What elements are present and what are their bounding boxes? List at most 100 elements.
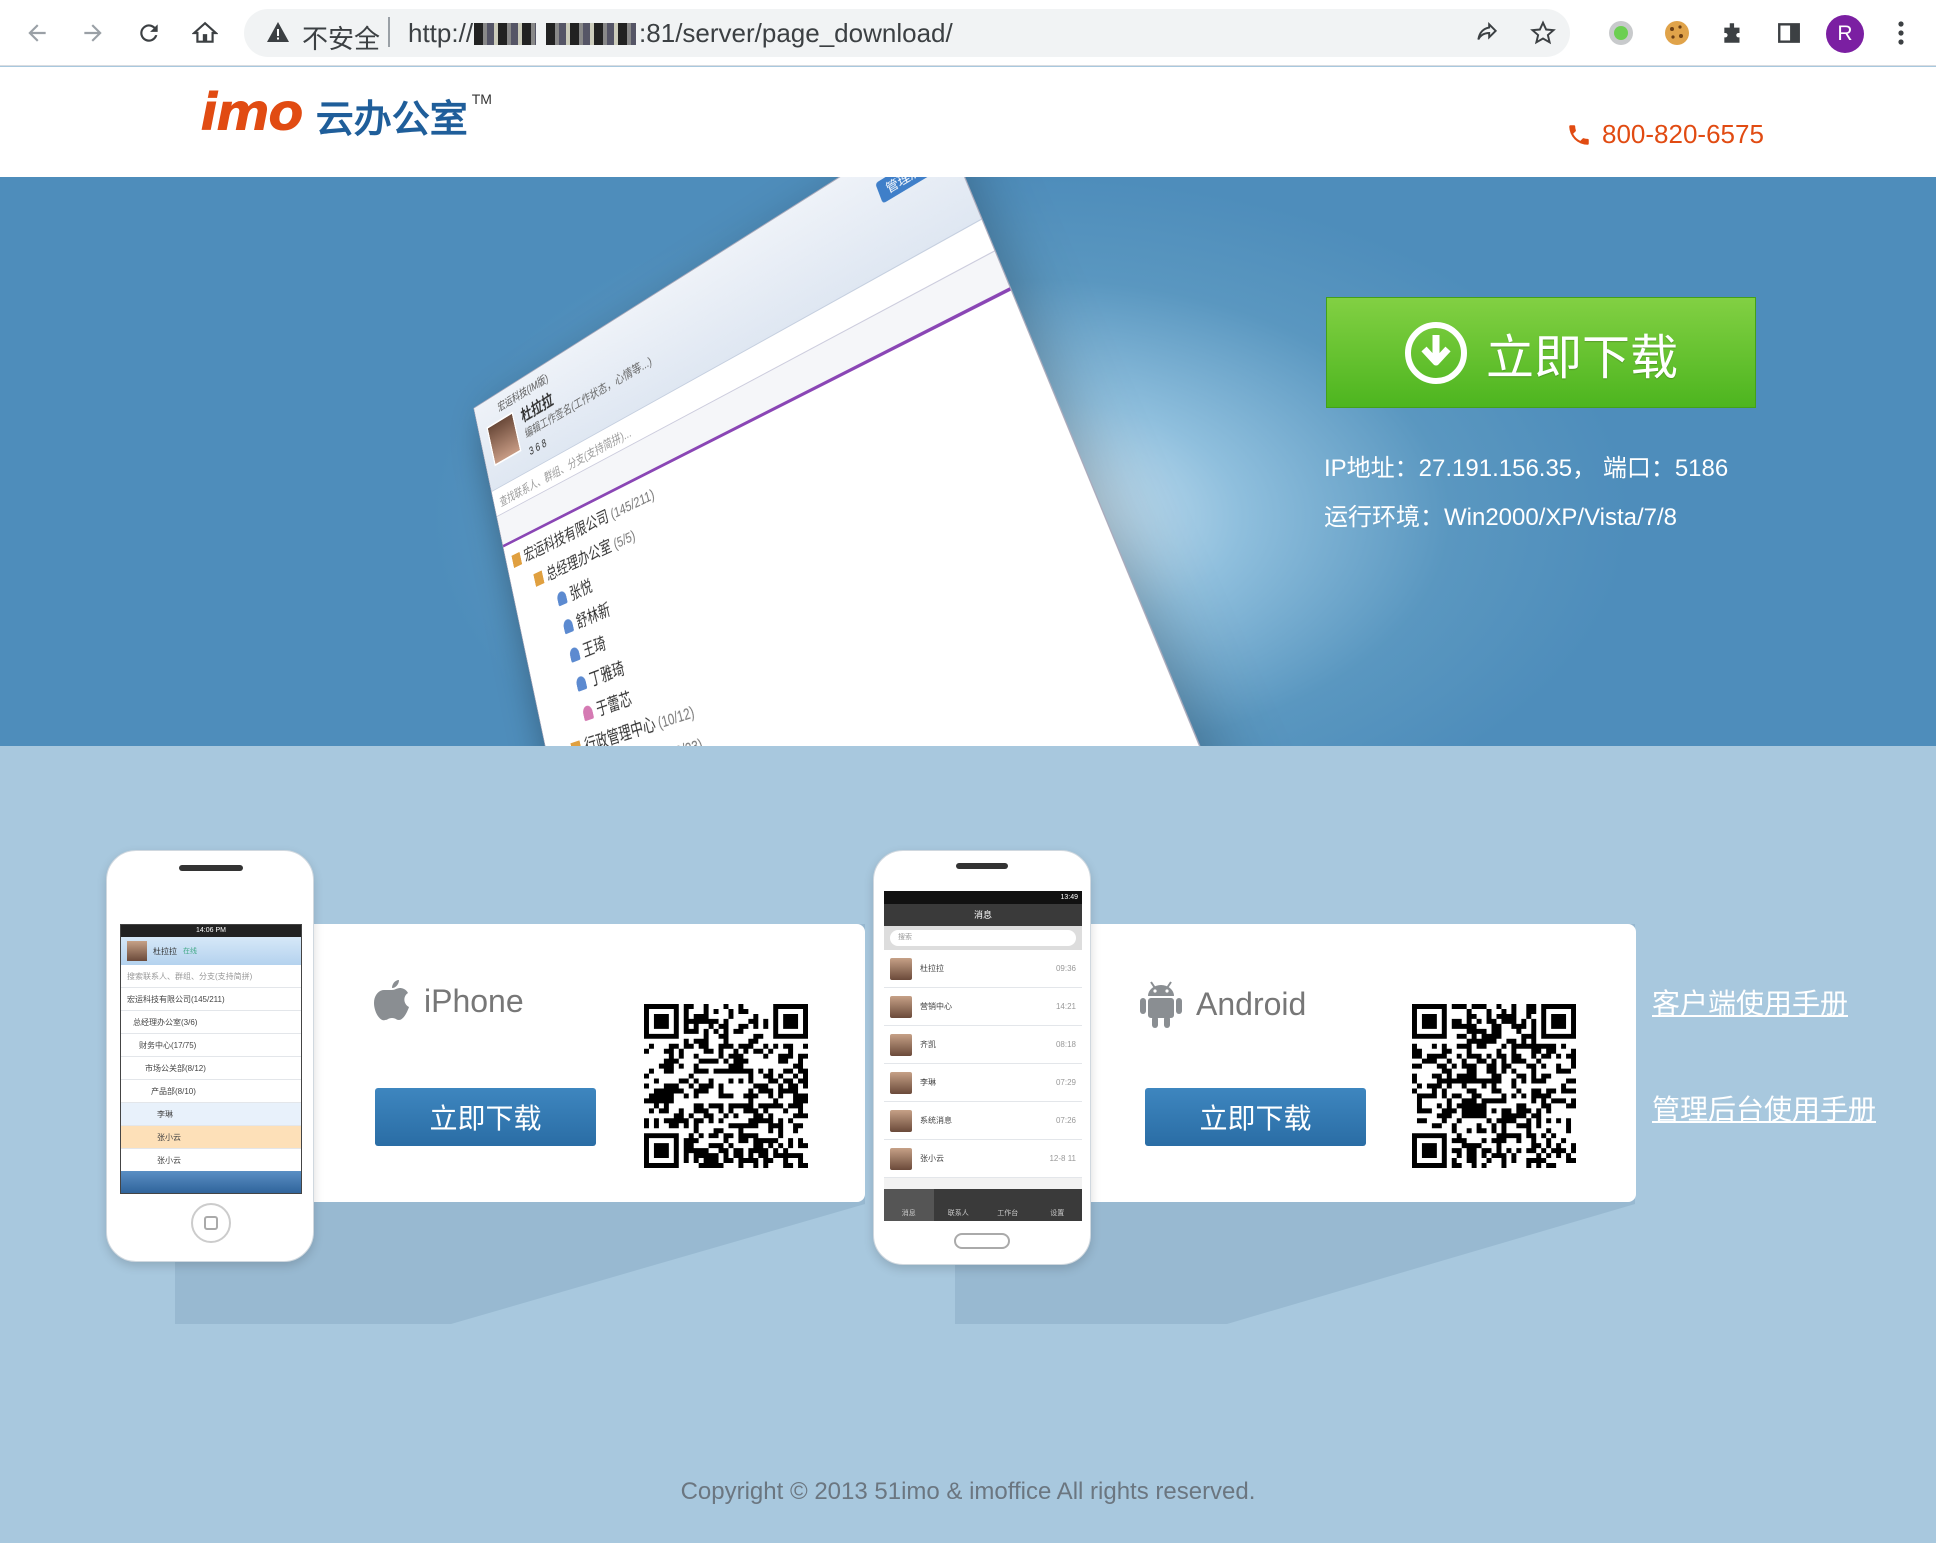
android-label: Android xyxy=(1196,985,1307,1022)
message-time: 14:21 xyxy=(1055,1002,1076,1011)
iphone-tree-row: 宏运科技有限公司(145/211) xyxy=(121,988,301,1011)
qr-pattern xyxy=(1412,1004,1576,1168)
download-label: 立即下载 xyxy=(1485,331,1678,385)
iphone-home-button xyxy=(191,1203,231,1243)
profile-avatar[interactable]: R xyxy=(1826,15,1864,53)
android-home-button xyxy=(954,1233,1010,1249)
message-sender: 系统消息 xyxy=(920,1116,952,1125)
user-icon xyxy=(556,589,568,607)
address-bar[interactable]: 不安全 http:// :81/server/page_download/ xyxy=(244,9,1570,57)
tree-node-count: (10/12) xyxy=(653,703,697,734)
hotline-number: 800-820-6575 xyxy=(1602,119,1764,149)
tree-node-label: 张悦 xyxy=(568,576,594,604)
iphone-contacts: 李琳 张小云 张小云 xyxy=(121,1103,301,1172)
avatar xyxy=(890,1147,912,1170)
redacted-host xyxy=(474,22,537,45)
android-download-button[interactable]: 立即下载 xyxy=(1145,1088,1366,1146)
reload-icon[interactable] xyxy=(130,14,168,52)
message-sender: 张小云 xyxy=(920,1154,944,1163)
url-suffix: :81/server/page_download/ xyxy=(639,18,953,48)
iphone-download-button[interactable]: 立即下载 xyxy=(375,1088,596,1146)
message-sender: 李琳 xyxy=(920,1078,936,1087)
desktop-download-button[interactable]: 立即下载 xyxy=(1326,297,1756,408)
avatar xyxy=(890,995,912,1018)
iphone-qr-code xyxy=(644,1004,808,1168)
avatar xyxy=(127,941,147,961)
client-counts: 3 6 8 xyxy=(527,435,548,458)
extension-circle-icon[interactable] xyxy=(1602,14,1640,52)
android-device: 13:49 消息 搜索 杜拉拉 09:36 营销中心 14:21 齐凯 08:18 李琳 07… xyxy=(873,850,1091,1265)
admin-manual-link[interactable]: 管理后台使用手册 xyxy=(1652,1088,1876,1128)
iphone-label: iPhone xyxy=(424,982,524,1019)
share-icon[interactable] xyxy=(1468,14,1506,52)
tree-node-count: (19/23) xyxy=(661,735,705,746)
copyright: Copyright © 2013 51imo & imoffice All ri… xyxy=(680,1478,1256,1505)
message-time: 07:29 xyxy=(1055,1078,1076,1087)
url-text[interactable]: http:// :81/server/page_download/ xyxy=(408,18,953,49)
user-icon xyxy=(562,617,575,635)
message-time: 07:26 xyxy=(1055,1116,1076,1125)
iphone-statusbar: 14:06 PM xyxy=(121,925,301,937)
folder-icon xyxy=(570,740,583,746)
message-time: 12-8 11 xyxy=(1049,1154,1076,1163)
iphone-tree-row: 财务中心(17/75) xyxy=(121,1034,301,1057)
puzzle-icon[interactable] xyxy=(1714,14,1752,52)
security-label[interactable]: 不安全 xyxy=(302,19,380,56)
android-icon xyxy=(1140,981,1182,1028)
cookie-icon[interactable] xyxy=(1658,14,1696,52)
iphone-tree: 宏运科技有限公司(145/211) 总经理办公室(3/6) 财务中心(17/75) 市… xyxy=(121,988,301,1103)
warning-icon[interactable] xyxy=(266,21,290,48)
folder-icon xyxy=(533,570,545,587)
tree-node-label: 于蕾芯 xyxy=(594,688,634,720)
android-title-bar: 消息 xyxy=(884,904,1082,926)
user-icon xyxy=(581,704,595,722)
iphone-search: 搜索联系人、群组、分支(支持简拼) xyxy=(121,965,301,988)
android-message-row: 系统消息 07:26 xyxy=(884,1102,1082,1140)
iphone-contact-row: 张小云 xyxy=(121,1126,301,1149)
message-sender: 齐凯 xyxy=(920,1040,936,1049)
message-time: 08:18 xyxy=(1055,1040,1076,1049)
iphone-speaker xyxy=(179,865,243,871)
tree-node-count: (5/5) xyxy=(609,527,637,555)
client-manual-link[interactable]: 客户端使用手册 xyxy=(1652,982,1848,1022)
android-search: 搜索 xyxy=(890,930,1076,946)
android-screen: 13:49 消息 搜索 杜拉拉 09:36 营销中心 14:21 齐凯 08:18 李琳 07… xyxy=(884,891,1082,1221)
back-arrow-icon[interactable] xyxy=(18,14,56,52)
star-icon[interactable] xyxy=(1524,14,1562,52)
user-icon xyxy=(568,645,581,663)
message-sender: 杜拉拉 xyxy=(920,964,944,973)
iphone-tree-row: 总经理办公室(3/6) xyxy=(121,1011,301,1034)
kebab-menu-icon[interactable] xyxy=(1882,14,1920,52)
android-tabbar: 消息 联系人 工作台 设置 xyxy=(884,1189,1082,1221)
android-statusbar: 13:49 xyxy=(884,891,1082,904)
side-panel-icon[interactable] xyxy=(1770,14,1808,52)
message-sender: 营销中心 xyxy=(920,1002,952,1011)
iphone-tree-row: 市场公关部(8/12) xyxy=(121,1057,301,1080)
android-message-row: 张小云 12-8 11 xyxy=(884,1140,1082,1178)
android-qr-code xyxy=(1412,1004,1576,1168)
iphone-contact-row: 李琳 xyxy=(121,1103,301,1126)
home-icon[interactable] xyxy=(186,14,224,52)
android-message-row: 杜拉拉 09:36 xyxy=(884,950,1082,988)
iphone-tabbar xyxy=(121,1171,301,1193)
phone-icon xyxy=(1569,124,1589,145)
imo-logo[interactable]: imo 云办公室 TM xyxy=(200,87,492,139)
android-tab: 设置 xyxy=(1050,1210,1065,1217)
forward-arrow-icon[interactable] xyxy=(74,14,112,52)
download-circle-icon xyxy=(1404,321,1467,384)
android-message-row: 营销中心 14:21 xyxy=(884,988,1082,1026)
logo-imo-text: imo xyxy=(200,83,304,143)
android-message-row: 齐凯 08:18 xyxy=(884,1026,1082,1064)
android-message-row: 李琳 07:29 xyxy=(884,1064,1082,1102)
site-header: imo 云办公室 TM 800-820-6575 xyxy=(0,67,1936,177)
runtime-env-info: 运行环境：Win2000/XP/Vista/7/8 xyxy=(1324,504,1678,531)
apple-icon xyxy=(374,980,409,1021)
folder-icon xyxy=(511,551,523,569)
avatar xyxy=(890,1033,912,1056)
user-icon xyxy=(575,674,588,692)
message-time: 09:36 xyxy=(1055,964,1076,973)
android-message-list: 杜拉拉 09:36 营销中心 14:21 齐凯 08:18 李琳 07:29 系统消息 07:26… xyxy=(884,950,1082,1178)
iphone-device: 14:06 PM 杜拉拉 在线 搜索联系人、群组、分支(支持简拼) 宏运科技有限… xyxy=(106,850,314,1262)
avatar xyxy=(890,957,912,980)
avatar xyxy=(486,411,522,467)
